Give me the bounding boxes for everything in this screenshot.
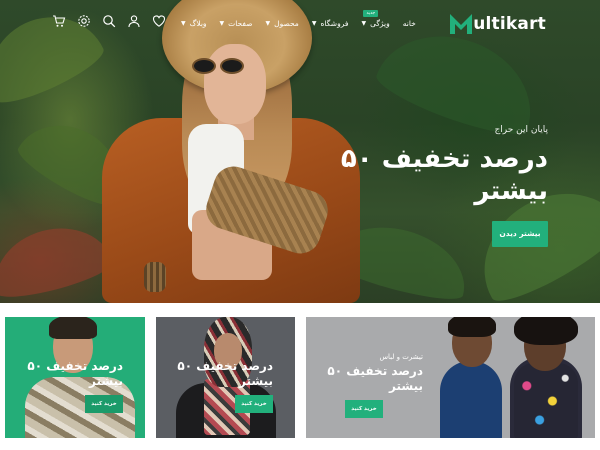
cart-icon[interactable] [52,14,66,28]
logo-mark [450,14,473,34]
banner-model-image [434,317,594,438]
shop-now-button[interactable]: خرید کنید [85,395,123,413]
header-icons [52,14,166,28]
chevron-down-icon: ▼ [361,19,367,27]
nav-item-pages[interactable]: صفحات ▼ [220,19,253,28]
main-nav: خانه ویژگی ▼ جدید فروشگاه ▼ محصول ▼ صفحا… [168,9,416,32]
search-icon[interactable] [102,14,116,28]
logo-text: ultikart [473,14,546,34]
settings-icon[interactable] [77,14,91,28]
nav-item-blog[interactable]: وبلاگ ▼ [181,19,207,28]
banner-subtitle: تیشرت و لباس [379,353,423,361]
nav-label: صفحات [228,18,253,28]
promo-banner-1[interactable]: ۵۰ درصد تخفیف بیشتر خرید کنید [5,317,145,438]
banner-title: ۵۰ درصد تخفیف بیشتر [27,359,123,388]
banner-title: ۵۰ درصد تخفیف بیشتر [327,364,423,393]
logo[interactable]: ultikart [450,13,546,35]
banner-text: تیشرت و لباس ۵۰ درصد تخفیف بیشتر خرید کن… [306,353,423,418]
hero-subtitle: پایان این حراج [494,125,548,135]
shop-now-button[interactable]: خرید کنید [345,400,383,418]
nav-item-home[interactable]: خانه [403,19,416,28]
user-icon[interactable] [127,14,141,28]
nav-label: خانه [402,18,416,28]
chevron-down-icon: ▼ [181,19,186,27]
nav-item-shop[interactable]: فروشگاه ▼ [312,19,349,28]
foliage [0,215,116,303]
nav-item-features[interactable]: ویژگی ▼ جدید [361,9,390,28]
bracelet [144,262,166,292]
hero-text: پایان این حراج ۵۰ درصد تخفیف بیشتر بیشتر… [288,125,548,247]
nav-label: فروشگاه [320,18,349,28]
promo-banner-3[interactable]: تیشرت و لباس ۵۰ درصد تخفیف بیشتر خرید کن… [306,317,595,438]
page: پایان این حراج ۵۰ درصد تخفیف بیشتر بیشتر… [0,0,600,450]
shop-now-button[interactable]: خرید کنید [235,395,273,413]
new-badge: جدید [363,9,379,17]
site-header: ultikart خانه ویژگی ▼ جدید فروشگاه ▼ محص… [0,0,600,46]
face [204,44,266,124]
chevron-down-icon: ▼ [311,19,317,27]
chevron-down-icon: ▼ [219,19,225,27]
banner-title: ۵۰ درصد تخفیف بیشتر [177,359,273,388]
banner-text: ۵۰ درصد تخفیف بیشتر خرید کنید [156,359,273,413]
heart-icon[interactable] [152,14,166,28]
nav-label: محصول [274,18,299,28]
promo-banner-2[interactable]: ۵۰ درصد تخفیف بیشتر خرید کنید [156,317,295,438]
chevron-down-icon: ▼ [265,19,271,27]
nav-item-product[interactable]: محصول ▼ [266,19,299,28]
sunglasses [192,58,252,76]
banner-text: ۵۰ درصد تخفیف بیشتر خرید کنید [5,359,123,413]
nav-label: ویژگی [370,18,390,28]
nav-label: وبلاگ [189,18,207,28]
hero-more-button[interactable]: بیشتر دیدن [492,221,548,247]
hero-title: ۵۰ درصد تخفیف بیشتر [340,144,548,206]
